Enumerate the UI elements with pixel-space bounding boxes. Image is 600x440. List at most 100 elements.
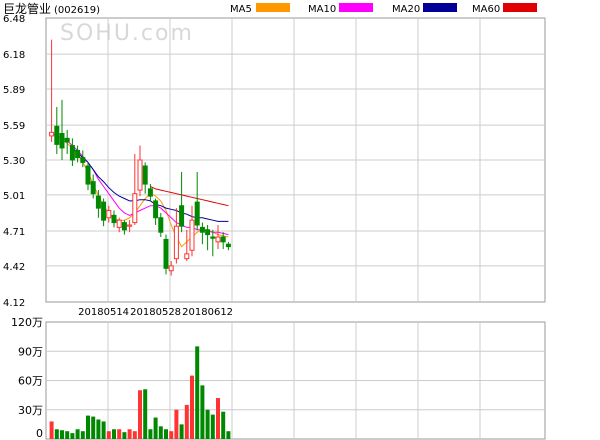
candle-body [158,217,164,233]
volume-bar [138,390,142,439]
price-tick-label: 4.42 [3,262,25,273]
date-tick-label: 20180528 [130,307,181,318]
volume-bar [122,432,127,439]
volume-bar [221,411,226,439]
candle [173,208,179,264]
price-tick-label: 4.12 [3,298,25,309]
candle-body [90,181,96,195]
candle-body [194,201,200,226]
volume-bar [169,431,174,439]
volume-bar [106,431,111,439]
candle-body [75,149,81,159]
candle [106,205,112,223]
stock-code: (002619) [54,5,100,16]
candle [142,162,148,194]
volume-bar [210,414,215,439]
candle-body [147,188,153,197]
volume-bar [65,431,70,439]
volume-bar [75,429,80,439]
legend-label-ma5: MA5 [230,4,252,15]
candle-body [179,205,185,227]
candlesticks [49,39,231,276]
candle-body [59,133,65,149]
date-axis: 20180514 20180528 20180612 [78,307,233,318]
volume-bar [205,409,210,439]
volume-bar [148,429,153,439]
candle-body [210,236,216,239]
candle [205,224,211,251]
volume-bar [143,389,148,439]
candle-body [69,145,75,161]
candle-body [163,238,169,269]
candle-body [220,236,226,243]
price-tick-label: 5.30 [3,156,25,167]
candle [210,229,216,257]
candle-body [127,224,133,227]
candle-body [199,226,205,233]
price-grid [45,17,546,303]
candle [127,220,133,233]
price-tick-label: 5.01 [3,191,25,202]
candle-body [101,201,107,221]
candle-body [184,253,190,260]
legend-swatch-ma20 [423,3,457,12]
volume-bar [184,404,189,439]
volume-bar [226,431,231,439]
candle-body [80,157,86,163]
candle-body [106,210,112,219]
volume-grid [45,321,546,440]
candle [158,212,164,238]
candle-body [215,236,221,243]
candle [225,241,231,251]
candle [137,145,143,197]
candle [111,210,117,228]
volume-tick-label: 0 [36,427,43,440]
sohu-watermark: SOHU.com [60,21,194,46]
volume-bar [117,429,122,439]
volume-bar [200,385,205,439]
volume-y-axis: 120万 90万 60万 30万 0 [11,316,43,440]
candle [69,138,75,167]
price-tick-label: 4.71 [3,227,25,238]
candle [54,107,60,154]
candle-body [225,243,231,248]
candle-body [173,225,179,260]
volume-bar [164,429,168,439]
candle [64,129,70,154]
volume-bar [158,426,163,439]
volume-bar [112,429,116,439]
volume-bar [101,421,106,439]
volume-tick-label: 120万 [11,316,43,329]
volume-bar [179,424,184,439]
price-tick-label: 5.89 [3,85,25,96]
candle-body [132,193,138,224]
candle [163,234,169,275]
candle [59,99,65,160]
candle [85,162,91,191]
date-tick-label: 20180612 [182,307,233,318]
volume-bar [54,429,59,439]
legend-label-ma10: MA10 [308,4,336,15]
price-tick-label: 6.18 [3,50,25,61]
volume-bar [70,433,75,439]
legend-swatch-ma10 [339,3,373,12]
candle [153,198,159,225]
volume-tick-label: 60万 [18,375,43,388]
volume-bar [96,419,101,439]
volume-bar [86,415,90,439]
price-tick-label: 6.48 [3,14,25,25]
candle [95,190,101,218]
candle-body [85,165,91,185]
volume-bar [80,431,85,439]
stock-chart: 巨龙管业 (002619) MA5 MA10 MA20 MA60 SOHU.com 6… [3,1,546,440]
legend-label-ma60: MA60 [472,4,500,15]
candle-body [168,265,174,272]
candle-body [189,219,195,251]
volume-tick-label: 30万 [18,404,43,417]
candle [116,217,122,233]
volume-bar [174,409,179,439]
price-tick-label: 5.59 [3,121,25,132]
volume-tick-label: 90万 [18,345,43,358]
candle-body [142,165,148,185]
candle [184,229,190,262]
